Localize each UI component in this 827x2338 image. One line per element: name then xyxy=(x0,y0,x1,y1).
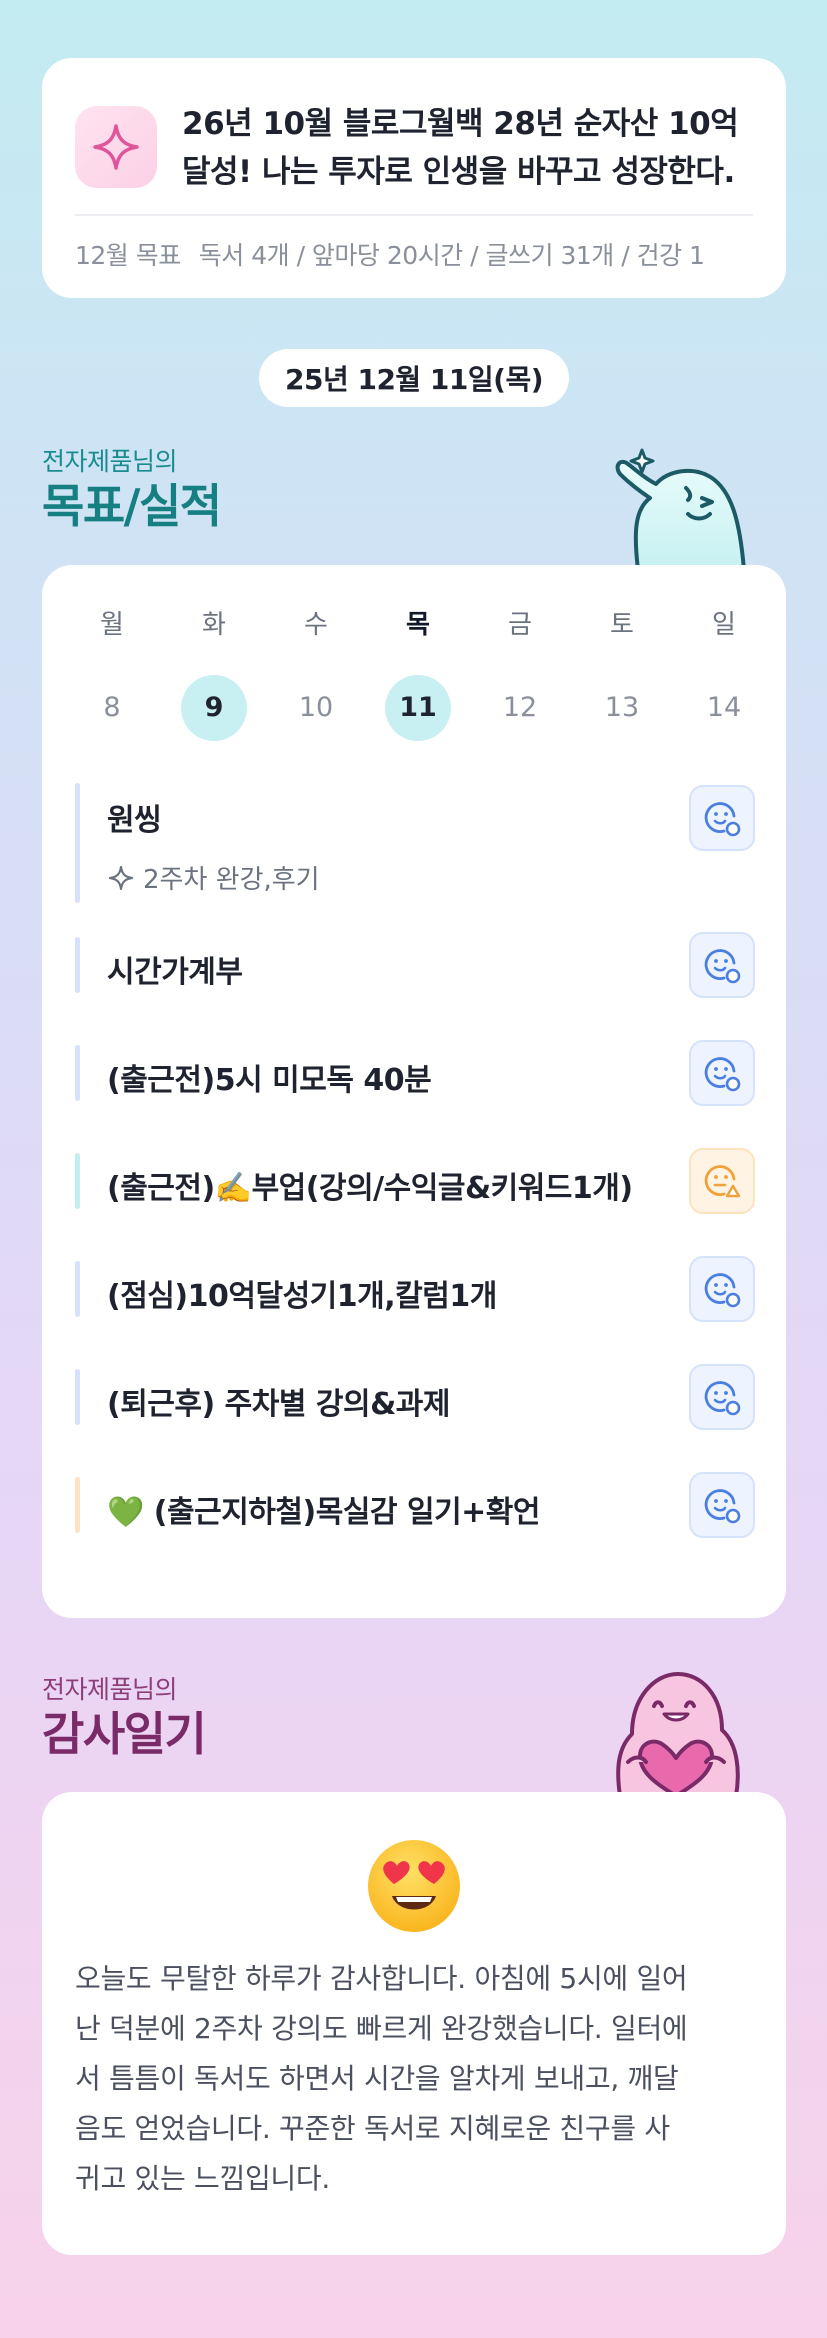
gratitude-section-title: 감사일기 xyxy=(42,1707,207,1761)
task-sub-label: 2주차 완강,후기 xyxy=(143,865,320,895)
day-name: 월 xyxy=(100,610,124,640)
task-bar xyxy=(75,1477,80,1533)
monthly-goal-value: 독서 4개 / 앞마당 20시간 / 글쓰기 31개 / 건강 1 xyxy=(198,241,705,270)
task-label: (점심)10억달성기1개,칼럼1개 xyxy=(107,1279,497,1314)
task-item[interactable]: 시간가계부 xyxy=(75,932,755,998)
smiley-warning-icon xyxy=(704,1165,741,1198)
task-item[interactable]: 💚 (출근지하철)목실감 일기+확언 xyxy=(75,1472,755,1538)
task-label: (출근전)✍️부업(강의/수익글&키워드1개) xyxy=(107,1171,633,1206)
heart-eyes-emoji xyxy=(368,1840,460,1932)
monthly-goal: 12월 목표 독서 4개 / 앞마당 20시간 / 글쓰기 31개 / 건강 1 xyxy=(75,236,765,272)
day-number: 8 xyxy=(103,692,121,723)
smiley-check-icon xyxy=(704,1057,741,1092)
day-name: 토 xyxy=(610,610,634,640)
task-bar xyxy=(75,783,80,903)
task-item[interactable]: (점심)10억달성기1개,칼럼1개 xyxy=(75,1256,755,1322)
date-pill[interactable]: 25년 12월 11일(목) xyxy=(259,349,569,407)
smiley-check-icon xyxy=(704,1273,741,1308)
smiley-check-icon xyxy=(704,1489,741,1524)
day-sun[interactable]: 일 14 xyxy=(684,605,764,741)
sparkle-icon xyxy=(75,106,157,188)
sparkle-icon xyxy=(108,865,134,890)
gratitude-text: 오늘도 무탈한 하루가 감사합니다. 아침에 5시에 일어 난 덕분에 2주차 … xyxy=(75,1954,755,2204)
goals-section-title: 목표/실적 xyxy=(42,479,222,533)
task-bar xyxy=(75,1153,80,1209)
day-tue[interactable]: 화 9 xyxy=(174,605,254,741)
task-label: 원씽 xyxy=(107,803,162,838)
day-thu[interactable]: 목 11 xyxy=(378,605,458,741)
gratitude-card[interactable]: 오늘도 무탈한 하루가 감사합니다. 아침에 5시에 일어 난 덕분에 2주차 … xyxy=(42,1792,786,2255)
smiley-check-icon xyxy=(704,802,741,837)
task-bar xyxy=(75,937,80,993)
goals-card: 월 8 화 9 수 10 목 11 금 12 토 13 일 14 원씽 2주차 … xyxy=(42,565,786,1618)
day-name: 일 xyxy=(712,610,736,640)
gratitude-line: 귀고 있는 느낌입니다. xyxy=(75,2162,330,2195)
task-status-button[interactable] xyxy=(689,932,755,998)
mascot-heart-icon xyxy=(616,1672,740,1796)
monthly-goal-label: 12월 목표 xyxy=(75,241,181,270)
day-number: 13 xyxy=(604,692,640,723)
task-bar xyxy=(75,1045,80,1101)
task-bar xyxy=(75,1261,80,1317)
day-fri[interactable]: 금 12 xyxy=(480,605,560,741)
goal-statement: 26년 10월 블로그월백 28년 순자산 10억 달성! 나는 투자로 인생을… xyxy=(182,106,739,190)
task-status-button[interactable] xyxy=(689,1364,755,1430)
goal-divider xyxy=(75,214,753,216)
day-number-done: 9 xyxy=(181,675,247,741)
day-number: 14 xyxy=(706,692,742,723)
task-bar xyxy=(75,1369,80,1425)
gratitude-line: 음도 얻었습니다. 꾸준한 독서로 지혜로운 친구를 사 xyxy=(75,2112,670,2145)
task-label: 💚 (출근지하철)목실감 일기+확언 xyxy=(107,1495,541,1530)
smiley-check-icon xyxy=(704,1381,741,1416)
day-wed[interactable]: 수 10 xyxy=(276,605,356,741)
task-item[interactable]: (출근전)5시 미모독 40분 xyxy=(75,1040,755,1106)
gratitude-line: 서 틈틈이 독서도 하면서 시간을 알차게 보내고, 깨달 xyxy=(75,2062,679,2095)
smiley-check-icon xyxy=(704,949,741,984)
day-number: 12 xyxy=(502,692,538,723)
task-sub: 2주차 완강,후기 xyxy=(107,859,320,896)
day-mon[interactable]: 월 8 xyxy=(72,605,152,741)
gratitude-line: 오늘도 무탈한 하루가 감사합니다. 아침에 5시에 일어 xyxy=(75,1962,688,1995)
day-number-done: 11 xyxy=(385,675,451,741)
day-name: 금 xyxy=(508,610,532,640)
task-label: (출근전)5시 미모독 40분 xyxy=(107,1063,432,1098)
task-status-button[interactable] xyxy=(689,785,755,851)
task-status-button[interactable] xyxy=(689,1256,755,1322)
task-label: (퇴근후) 주차별 강의&과제 xyxy=(107,1387,450,1422)
task-item[interactable]: (퇴근후) 주차별 강의&과제 xyxy=(75,1364,755,1430)
mascot-waving-icon xyxy=(615,448,746,570)
day-number: 10 xyxy=(298,692,334,723)
day-name-today: 목 xyxy=(406,610,430,640)
task-status-button[interactable] xyxy=(689,1148,755,1214)
day-name: 화 xyxy=(202,610,226,640)
day-name: 수 xyxy=(304,610,328,640)
gratitude-line: 난 덕분에 2주차 강의도 빠르게 완강했습니다. 일터에 xyxy=(75,2012,688,2045)
task-item[interactable]: (출근전)✍️부업(강의/수익글&키워드1개) xyxy=(75,1148,755,1214)
task-status-button[interactable] xyxy=(689,1040,755,1106)
task-item[interactable]: 원씽 2주차 완강,후기 xyxy=(75,783,755,903)
task-status-button[interactable] xyxy=(689,1472,755,1538)
day-sat[interactable]: 토 13 xyxy=(582,605,662,741)
goal-card[interactable]: 26년 10월 블로그월백 28년 순자산 10억 달성! 나는 투자로 인생을… xyxy=(42,58,786,298)
task-label: 시간가계부 xyxy=(107,955,243,990)
